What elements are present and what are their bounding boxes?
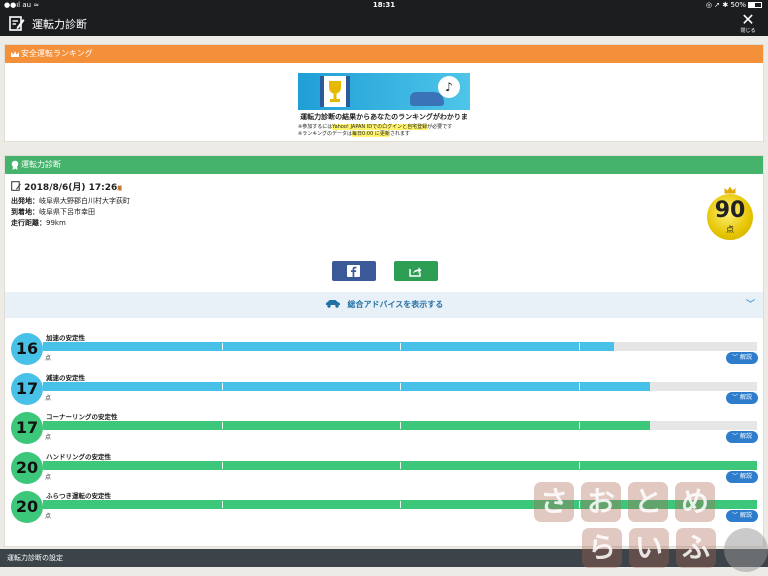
- bar-tick: [400, 382, 401, 390]
- explanation-button[interactable]: ﹀ 解説: [726, 470, 758, 483]
- explanation-button[interactable]: ﹀ 解説: [726, 510, 758, 522]
- explanation-button[interactable]: ﹀ 解説: [726, 352, 758, 364]
- close-button[interactable]: ✕ 閉じる: [738, 11, 758, 36]
- trip-distance: 走行距離：99km: [11, 219, 66, 227]
- crown-icon: [724, 186, 736, 194]
- bar-tick: [221, 382, 223, 390]
- metric-row: コーナーリングの安定性 17 点 ﹀ 解説: [5, 405, 763, 445]
- total-score: 90 点: [706, 186, 754, 242]
- metric-bar-fill: [43, 381, 650, 391]
- banner-illustration: ♪: [298, 73, 470, 110]
- metric-bar-fill: [43, 421, 650, 430]
- app-header: 運転力診断 ✕ 閉じる: [0, 11, 768, 36]
- metric-unit: 点: [45, 473, 52, 481]
- bar-tick: [400, 501, 401, 508]
- facebook-icon: [347, 265, 360, 277]
- bar-tick: [578, 461, 580, 469]
- metric-row: 加速の安定性 16 点 ﹀ 解説: [5, 326, 763, 366]
- ranking-card: 安全運転ランキング ♪ 運転力診断の結果からあなたのランキングがわかります ※参…: [4, 44, 764, 142]
- share-button[interactable]: [394, 261, 438, 281]
- bar-tick: [578, 382, 580, 390]
- metric-score: 17: [11, 412, 43, 444]
- crown-icon: [11, 51, 19, 57]
- bar-tick: [221, 501, 223, 508]
- bar-tick: [400, 461, 401, 469]
- trip-info: 2018/8/6(月) 17:26着 出発地：岐阜県大野郡白川村大字荻町 到着地…: [11, 181, 130, 229]
- trip-origin: 出発地：岐阜県大野郡白川村大字荻町: [11, 197, 130, 205]
- metric-score: 16: [11, 333, 43, 365]
- settings-label: 運転力診断の設定: [7, 554, 63, 562]
- metric-label: ハンドリングの安定性: [46, 452, 111, 461]
- metric-row: ハンドリングの安定性 20 点 ﹀ 解説: [5, 445, 763, 485]
- share-icon: [409, 267, 422, 277]
- metric-unit: 点: [45, 394, 52, 402]
- bar-tick: [578, 422, 580, 429]
- status-bar: ●●ıl au ≈ 18:31 ◎ ➚ ✱ 50%: [0, 0, 768, 11]
- clock: 18:31: [372, 1, 396, 9]
- score-unit: 点: [726, 225, 734, 234]
- close-icon: ✕: [741, 10, 755, 29]
- metric-score: 20: [11, 451, 43, 484]
- medal-icon: [11, 160, 19, 170]
- bar-tick: [400, 422, 401, 429]
- metric-label: 加速の安定性: [46, 334, 85, 342]
- metric-bar-fill: [43, 342, 615, 351]
- trip-destination: 到着地：岐阜県下呂市幸田: [11, 208, 95, 216]
- trip-date: 2018/8/6(月) 17:26着: [11, 181, 130, 195]
- bar-tick: [578, 501, 580, 508]
- page-title: 運転力診断: [32, 18, 87, 31]
- metric-bar: [43, 460, 757, 470]
- banner-note-login: ※参加するにはYahoo! JAPAN IDでのログインと自宅登録が必要です: [298, 124, 453, 130]
- edit-icon: [9, 16, 25, 31]
- battery-icon: [748, 2, 762, 8]
- metric-unit: 点: [45, 513, 52, 520]
- score-medal: 90 点: [707, 194, 753, 240]
- metric-label: ふらつき運転の安定性: [46, 492, 111, 500]
- metric-bar: [43, 500, 757, 509]
- metric-row: ふらつき運転の安定性 20 点 ﹀ 解説: [5, 484, 763, 524]
- metric-score: 17: [11, 372, 43, 405]
- bar-tick: [221, 343, 223, 350]
- ranking-header: 安全運転ランキング: [5, 45, 763, 63]
- metric-bar: [43, 421, 757, 430]
- trophy-icon: [320, 76, 350, 107]
- close-label: 閉じる: [740, 28, 756, 34]
- explanation-button[interactable]: ﹀ 解説: [726, 391, 758, 404]
- bar-tick: [400, 343, 401, 350]
- chevron-down-icon: ﹀: [745, 300, 755, 310]
- metric-unit: 点: [45, 434, 52, 441]
- metric-bar: [43, 342, 757, 351]
- ranking-title: 安全運転ランキング: [21, 49, 93, 58]
- score-value: 90: [714, 198, 746, 223]
- diagnosis-header: 運転力診断: [5, 156, 763, 174]
- memo-icon: [11, 181, 21, 191]
- metric-score: 20: [11, 491, 43, 523]
- bar-tick: [221, 422, 223, 429]
- explanation-button[interactable]: ﹀ 解説: [726, 431, 758, 443]
- banner-note-update: ※ランキングのデータは毎日0:00 に更新されます: [298, 131, 410, 137]
- facebook-share-button[interactable]: [332, 261, 376, 281]
- metric-label: 減速の安定性: [46, 373, 85, 382]
- music-note-icon: ♪: [438, 76, 460, 98]
- advice-toggle[interactable]: 総合アドバイスを表示する ﹀: [5, 292, 763, 318]
- settings-bar[interactable]: 運転力診断の設定: [0, 549, 768, 567]
- metric-label: コーナーリングの安定性: [46, 413, 118, 421]
- ranking-banner[interactable]: ♪ 運転力診断の結果からあなたのランキングがわかります ※参加するにはYahoo…: [298, 73, 470, 138]
- advice-label: 総合アドバイスを表示する: [347, 300, 444, 309]
- car-icon: [410, 92, 444, 106]
- metric-unit: 点: [45, 355, 52, 362]
- car-icon: [325, 300, 340, 308]
- metric-row: 減速の安定性 17 点 ﹀ 解説: [5, 366, 763, 406]
- diagnosis-title: 運転力診断: [21, 160, 61, 169]
- diagnosis-card: 運転力診断 2018/8/6(月) 17:26着 出発地：岐阜県大野郡白川村大字…: [4, 155, 764, 547]
- bar-tick: [578, 343, 580, 350]
- metric-bar: [43, 381, 757, 391]
- bar-tick: [221, 461, 223, 469]
